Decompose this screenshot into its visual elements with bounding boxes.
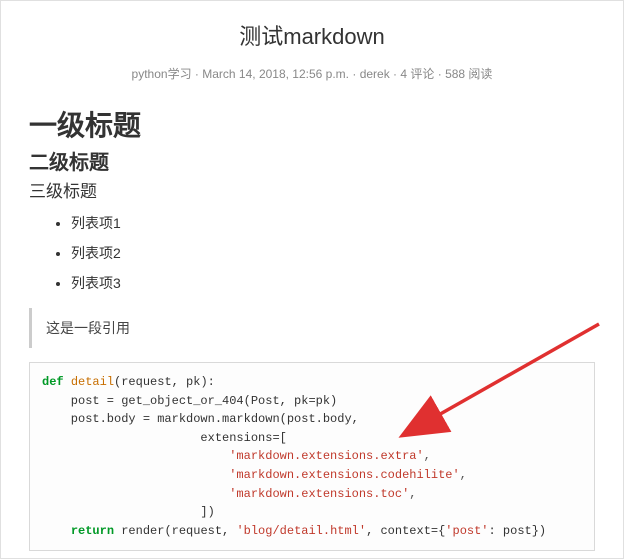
list-item: 列表项2 [71,238,595,268]
code-punct: , [409,487,416,501]
code-text: : post}) [489,524,547,538]
meta-date: March 14, 2018, 12:56 p.m. [202,67,349,81]
code-line: post = get_object_or_404(Post, pk=pk) [42,394,337,408]
code-block: def detail(request, pk): post = get_obje… [29,362,595,551]
code-indent [42,487,229,501]
quote-text: 这是一段引用 [46,320,130,336]
code-string: 'blog/detail.html' [236,524,366,538]
code-keyword: def [42,375,64,389]
meta-comments: 4 评论 [400,67,434,81]
code-text: , context={ [366,524,445,538]
list-item: 列表项3 [71,268,595,298]
code-line: extensions=[ [42,431,287,445]
code-indent [42,449,229,463]
heading-2: 二级标题 [29,146,595,175]
post-meta: python学习 · March 14, 2018, 12:56 p.m. · … [29,65,595,82]
code-text: render(request, [114,524,236,538]
meta-author: derek [360,67,390,81]
code-string: 'markdown.extensions.toc' [229,487,409,501]
post-title: 测试markdown [29,19,595,51]
meta-views: 588 阅读 [445,67,492,81]
code-line: ]) [42,505,215,519]
code-keyword: return [71,524,114,538]
heading-3: 三级标题 [29,177,595,202]
code-line: post.body = markdown.markdown(post.body, [42,412,359,426]
code-string: 'markdown.extensions.extra' [229,449,423,463]
code-indent [42,468,229,482]
blockquote: 这是一段引用 [29,308,595,348]
heading-1: 一级标题 [29,104,595,144]
unordered-list: 列表项1 列表项2 列表项3 [29,208,595,298]
code-punct: , [424,449,431,463]
code-string: 'markdown.extensions.codehilite' [229,468,459,482]
code-string: 'post' [445,524,488,538]
code-params: (request, pk): [114,375,215,389]
code-punct: , [460,468,467,482]
list-item: 列表项1 [71,208,595,238]
code-function-name: detail [71,375,114,389]
meta-category: python学习 [132,67,192,81]
